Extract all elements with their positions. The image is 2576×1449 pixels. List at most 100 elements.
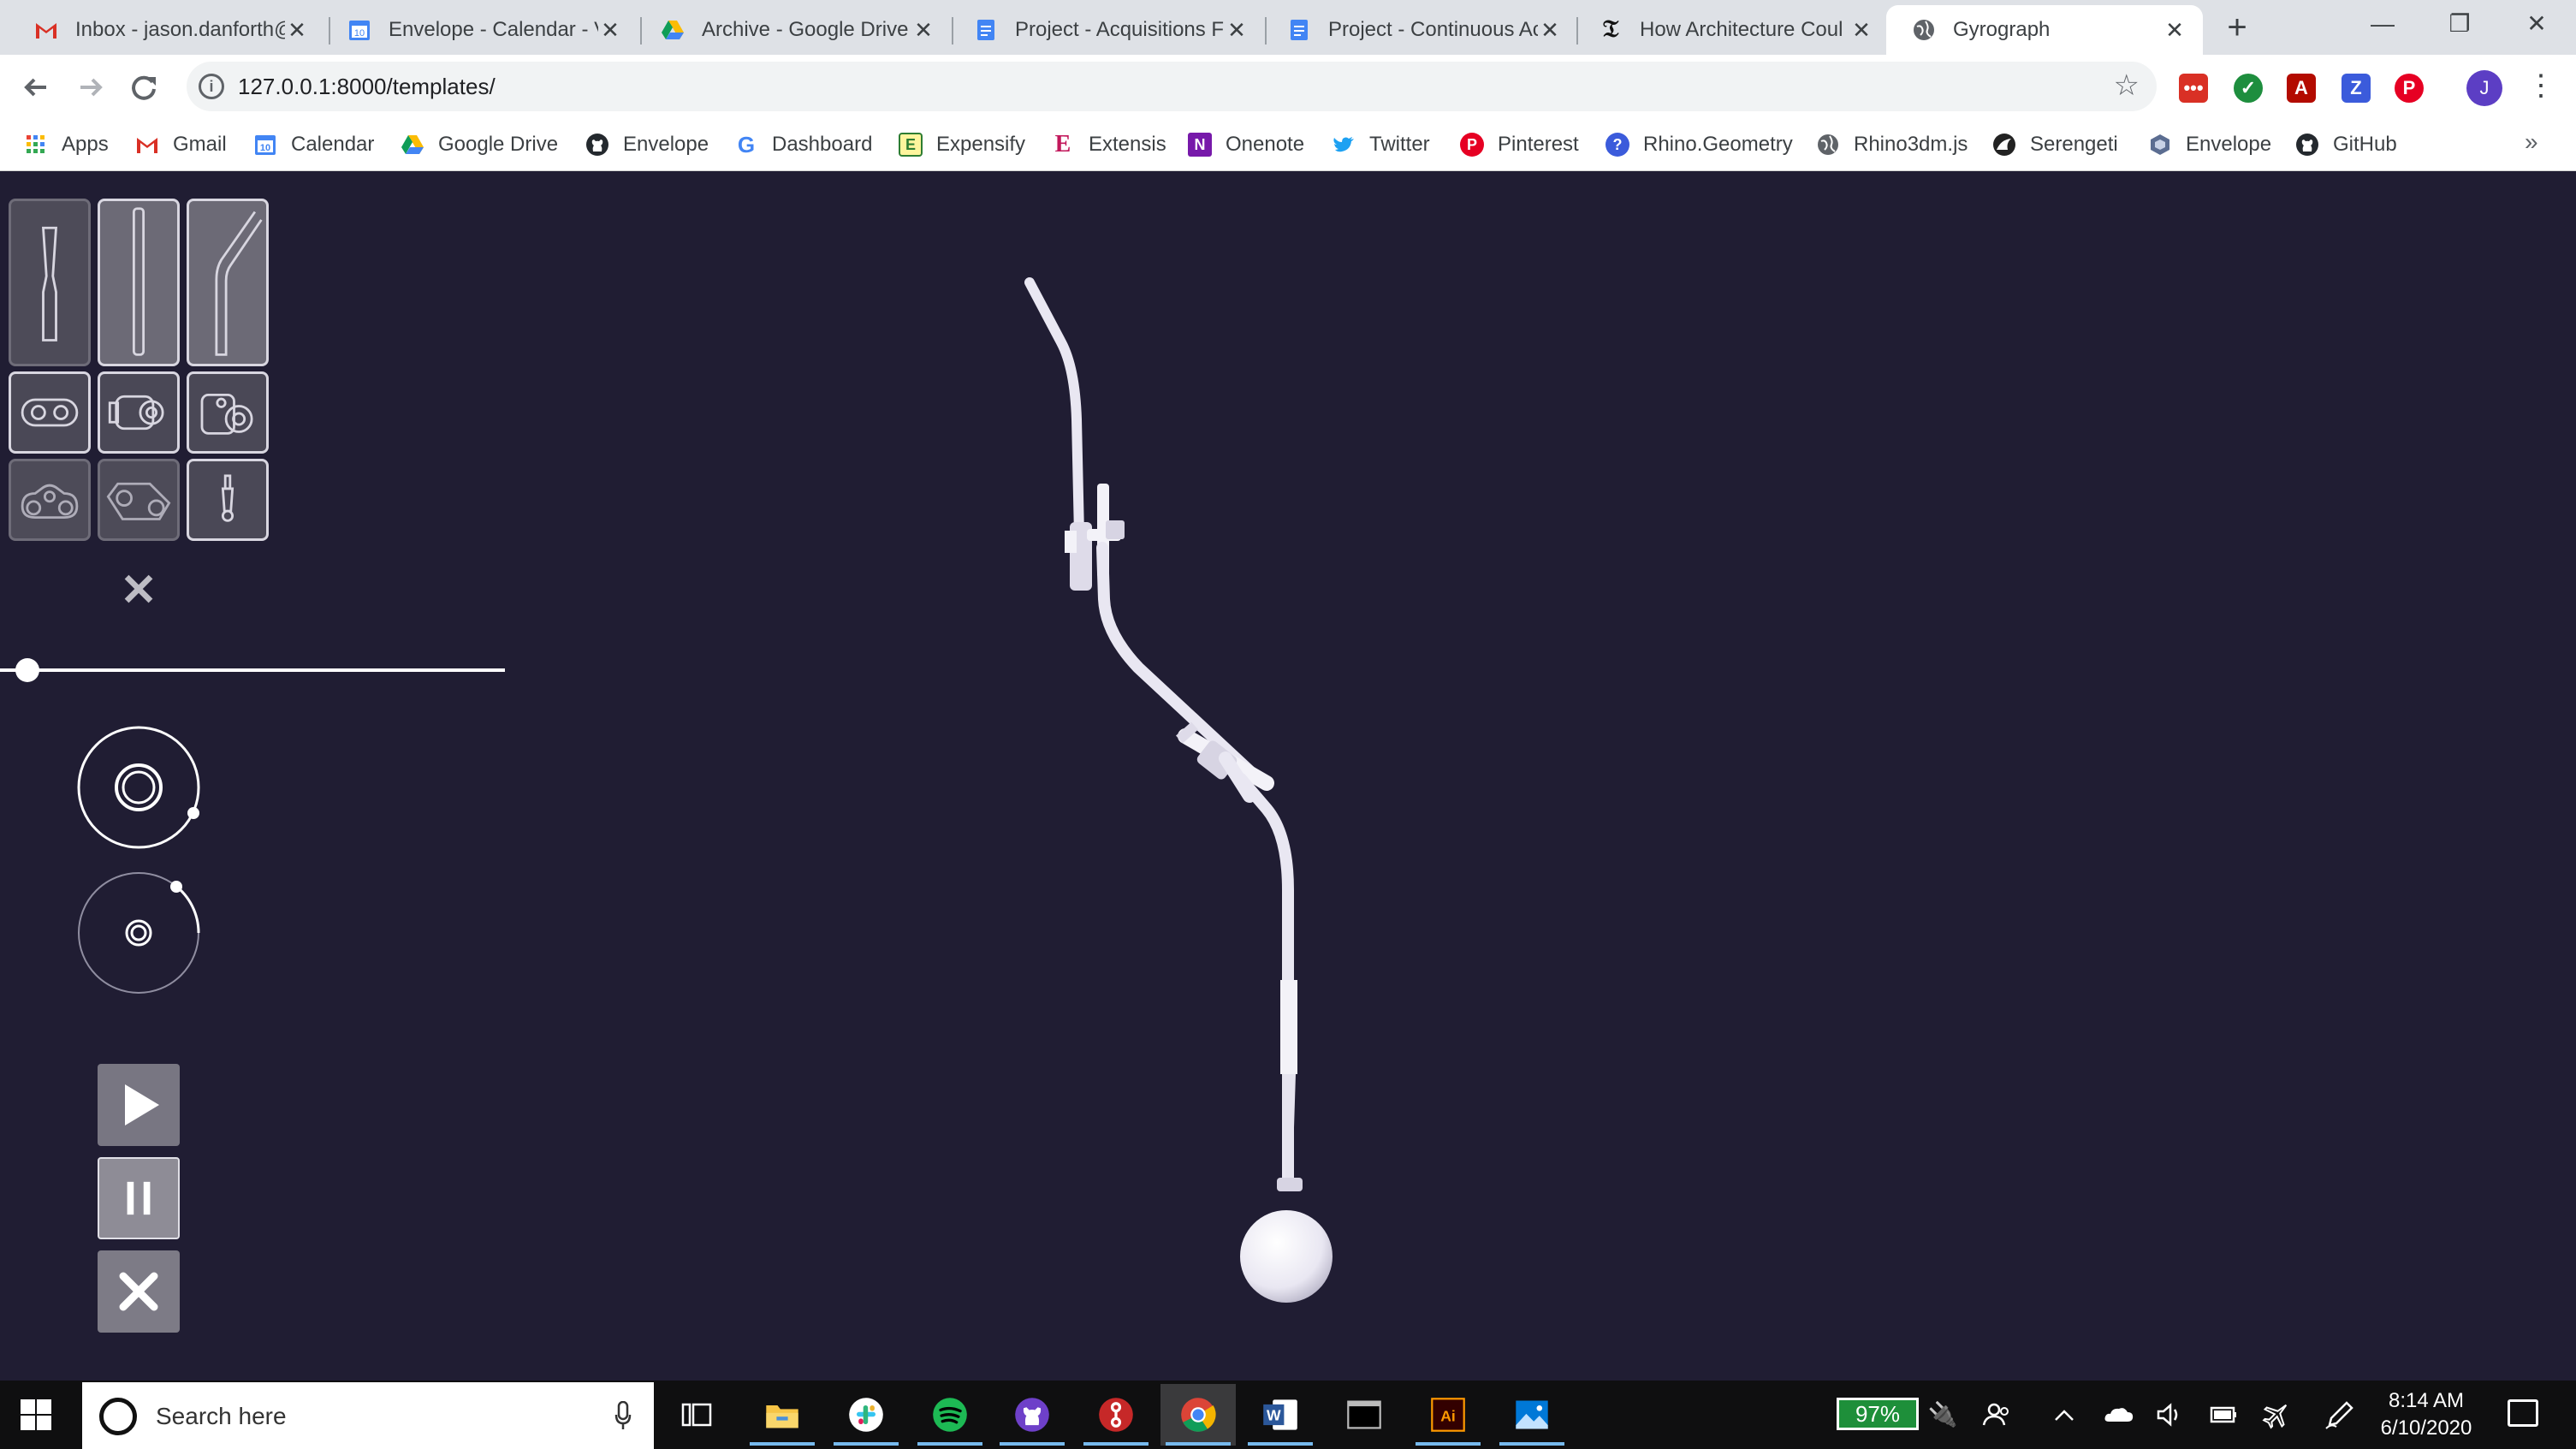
bookmark-envelope-github[interactable]: Envelope [585, 130, 709, 159]
tool-straight-tapered-arm[interactable] [9, 199, 91, 366]
bookmark-star-icon[interactable]: ☆ [2114, 68, 2140, 103]
tool-bent-tube[interactable] [187, 199, 269, 366]
github-icon [2295, 133, 2319, 157]
github-icon [585, 133, 609, 157]
svg-text:W: W [1267, 1407, 1281, 1424]
tab-calendar[interactable]: 10 Envelope - Calendar - V ✕ [322, 5, 638, 55]
tool-pen-holder[interactable] [187, 459, 269, 541]
bookmark-rhino-geometry[interactable]: ? Rhino.Geometry [1606, 130, 1793, 159]
tapered-arm-icon [41, 226, 58, 341]
tab-gmail-inbox[interactable]: Inbox - jason.danforth@ ✕ [9, 5, 325, 55]
taskbar-search-box[interactable]: Search here [82, 1382, 654, 1449]
pen-workspace-icon[interactable] [2323, 1398, 2357, 1432]
close-icon[interactable]: ✕ [911, 17, 936, 43]
gyrograph-3d-model[interactable] [0, 171, 2576, 1381]
onedrive-icon[interactable] [2102, 1398, 2136, 1432]
power-plug-icon[interactable]: 🔌 [1926, 1398, 1960, 1432]
lastpass-icon[interactable]: ••• [2179, 74, 2208, 103]
address-bar[interactable]: i 127.0.0.1:8000/templates/ ☆ [187, 62, 2157, 111]
pause-button[interactable] [98, 1157, 180, 1239]
bookmark-envelope[interactable]: Envelope [2148, 130, 2271, 159]
google-docs-icon [974, 18, 998, 42]
close-icon[interactable]: ✕ [1224, 17, 1249, 43]
tab-project-continuous[interactable]: Project - Continuous Ac ✕ [1261, 5, 1578, 55]
tool-triple-gear[interactable] [9, 459, 91, 541]
illustrator-icon[interactable]: Ai [1410, 1384, 1486, 1446]
stop-button[interactable] [98, 1250, 180, 1333]
pinterest-extension-icon[interactable]: P [2395, 74, 2424, 103]
bookmark-onenote[interactable]: N Onenote [1188, 130, 1304, 159]
zotero-icon[interactable]: Z [2342, 74, 2371, 103]
restore-button[interactable]: ❐ [2434, 7, 2485, 41]
bookmark-google-drive[interactable]: Google Drive [401, 130, 558, 159]
back-button[interactable] [17, 68, 55, 106]
windows-start-icon[interactable] [19, 1398, 53, 1432]
minimize-button[interactable]: — [2357, 7, 2408, 41]
forward-button[interactable] [72, 68, 110, 106]
browser-menu-icon[interactable]: ⋮ [2526, 67, 2555, 104]
chrome-icon[interactable] [1160, 1384, 1236, 1446]
url-text[interactable]: 127.0.0.1:8000/templates/ [238, 74, 496, 100]
photos-icon[interactable] [1494, 1384, 1570, 1446]
close-icon[interactable]: ✕ [284, 17, 310, 43]
check-extension-icon[interactable]: ✓ [2234, 74, 2263, 103]
belt-drive-icon [106, 482, 171, 520]
tool-straight-tube[interactable] [98, 199, 180, 366]
close-icon[interactable]: ✕ [1537, 17, 1563, 43]
play-button[interactable] [98, 1064, 180, 1146]
bookmark-pinterest[interactable]: P Pinterest [1460, 130, 1579, 159]
rotation-dial-large[interactable] [75, 724, 209, 858]
taskbar-clock[interactable]: 8:14 AM 6/10/2020 [2371, 1387, 2482, 1442]
window-close-button[interactable]: ✕ [2511, 7, 2562, 41]
bookmark-extensis[interactable]: E Extensis [1051, 130, 1166, 159]
action-center-icon[interactable] [2508, 1399, 2538, 1427]
bookmark-label: Pinterest [1498, 133, 1579, 156]
bookmarks-overflow-icon[interactable]: » [2525, 128, 2538, 156]
airplane-mode-icon[interactable] [2259, 1398, 2294, 1432]
word-icon[interactable]: W [1243, 1384, 1318, 1446]
info-icon[interactable]: i [199, 74, 224, 99]
bookmark-github[interactable]: GitHub [2295, 130, 2397, 159]
tab-gyrograph[interactable]: Gyrograph ✕ [1886, 5, 2203, 55]
bookmark-gmail[interactable]: Gmail [135, 130, 227, 159]
tool-motor-joint[interactable] [98, 371, 180, 454]
bookmark-expensify[interactable]: E Expensify [899, 130, 1025, 159]
close-icon[interactable]: ✕ [597, 17, 623, 43]
close-icon[interactable]: ✕ [1849, 17, 1874, 43]
bent-tube-icon [215, 211, 263, 356]
battery-tray-icon[interactable] [2206, 1398, 2241, 1432]
bookmark-calendar[interactable]: 10 Calendar [253, 130, 374, 159]
spotify-icon[interactable] [912, 1384, 988, 1446]
github-desktop-icon[interactable] [994, 1384, 1070, 1446]
bookmark-rhino3dm[interactable]: Rhino3dm.js [1816, 130, 1968, 159]
tab-google-drive[interactable]: Archive - Google Drive ✕ [635, 5, 952, 55]
volume-icon[interactable] [2153, 1398, 2187, 1432]
bookmark-dashboard[interactable]: G Dashboard [734, 130, 873, 159]
close-icon[interactable]: ✕ [2162, 17, 2187, 43]
acrobat-icon[interactable]: A [2287, 74, 2316, 103]
file-explorer-icon[interactable] [745, 1384, 820, 1446]
slack-icon[interactable] [828, 1384, 904, 1446]
tab-nyt-article[interactable]: 𝔗 How Architecture Coul ✕ [1573, 5, 1890, 55]
new-tab-button[interactable]: + [2220, 10, 2254, 45]
show-hidden-icons-icon[interactable] [2047, 1398, 2081, 1432]
speed-slider-thumb[interactable] [15, 658, 39, 682]
speed-slider-track[interactable] [0, 668, 505, 672]
reload-button[interactable] [125, 68, 163, 106]
tab-project-acquisitions[interactable]: Project - Acquisitions F ✕ [948, 5, 1265, 55]
git-icon[interactable] [1078, 1384, 1154, 1446]
bookmark-twitter[interactable]: Twitter [1332, 130, 1430, 159]
microphone-icon[interactable] [614, 1401, 632, 1430]
profile-avatar[interactable]: J [2466, 70, 2502, 106]
tool-double-ring-joint[interactable] [9, 371, 91, 454]
clear-button[interactable]: ✕ [118, 568, 159, 613]
bookmark-apps[interactable]: Apps [24, 130, 109, 159]
rotation-dial-small[interactable] [75, 870, 209, 1003]
task-view-icon[interactable] [659, 1384, 734, 1446]
tool-belt-drive[interactable] [98, 459, 180, 541]
tool-pulley-joint[interactable] [187, 371, 269, 454]
bookmark-serengeti[interactable]: Serengeti [1992, 130, 2118, 159]
people-icon[interactable] [1980, 1398, 2015, 1432]
battery-indicator[interactable]: 97% [1837, 1398, 1919, 1430]
terminal-icon[interactable] [1327, 1384, 1402, 1446]
